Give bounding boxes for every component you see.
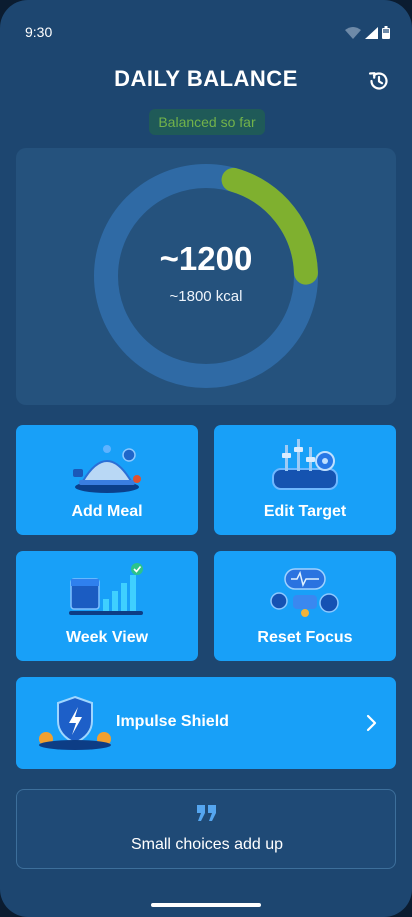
edit-target-label: Edit Target [263,503,347,520]
shield-icon [39,695,111,750]
history-button[interactable] [364,66,394,96]
app-screen: 9:30 DAILY BALANCE Balanced so far ~1200… [0,0,412,917]
signal-icon [365,26,378,39]
add-meal-button[interactable]: Add Meal [16,425,198,535]
impulse-shield-button[interactable]: Impulse Shield [16,677,396,769]
quote-text: Small choices add up [130,836,284,853]
quote-card: Small choices add up [16,789,396,869]
summary-card: ~1200 ~1800 kcal [16,148,396,405]
weekly-chart-icon [69,563,143,615]
add-meal-label: Add Meal [71,503,143,520]
header: DAILY BALANCE [0,66,412,96]
target-sliders-icon [272,439,338,490]
status-bar: 9:30 [0,0,412,64]
edit-target-button[interactable]: Edit Target [214,425,396,535]
week-view-button[interactable]: Week View [16,551,198,661]
page-title: DAILY BALANCE [114,66,298,91]
home-indicator[interactable] [151,903,261,907]
history-icon [368,72,388,90]
ring-center: ~1200 ~1800 kcal [94,164,318,388]
reset-focus-label: Reset Focus [257,629,353,646]
chevron-right-icon [366,714,377,732]
quote-icon [197,805,216,821]
week-view-label: Week View [65,629,149,646]
consumed-value: ~1200 [159,239,253,277]
status-time: 9:30 [25,24,53,40]
wifi-icon [345,26,361,39]
status-icons [345,26,390,39]
serving-dome-icon [73,445,141,493]
target-value: ~1800 kcal [169,287,243,305]
battery-icon [382,26,390,39]
status-badge: Balanced so far [149,109,265,135]
wellness-items-icon [270,568,339,617]
impulse-shield-label: Impulse Shield [116,713,229,730]
reset-focus-button[interactable]: Reset Focus [214,551,396,661]
